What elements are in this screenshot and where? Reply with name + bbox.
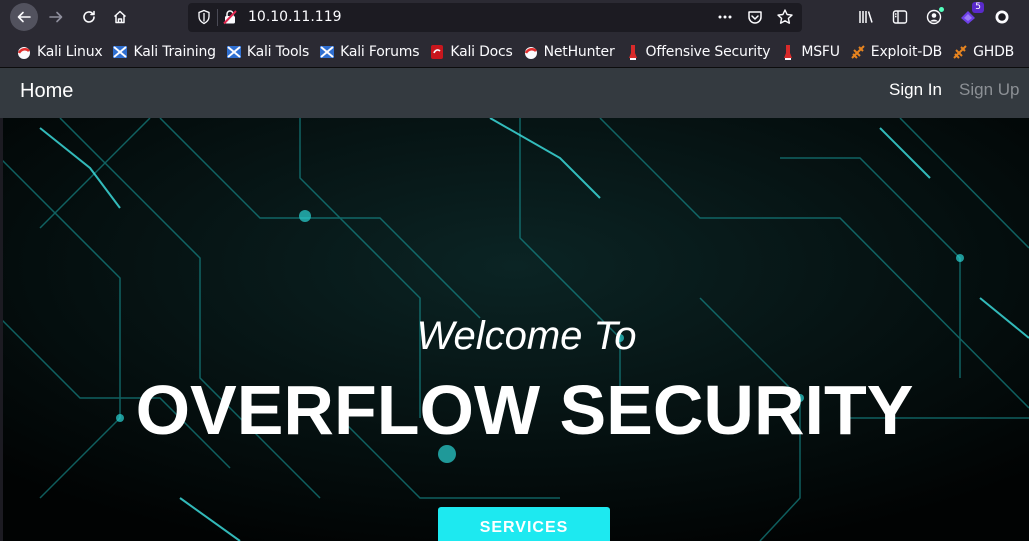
hero-title: OVERFLOW SECURITY [135,371,914,449]
forward-button[interactable] [42,3,70,31]
services-button[interactable]: SERVICES [438,507,610,541]
bookmark-kali-training[interactable]: Kali Training [112,36,225,68]
nav-sign-up-link[interactable]: Sign Up [959,80,1019,100]
toolbar-right-icons: 5 [856,2,1012,28]
bookmark-msfu[interactable]: MSFU [780,36,849,68]
bookmark-exploit-db[interactable]: Exploit-DB [850,36,952,68]
site-navbar: Home Sign In Sign Up [0,68,1029,118]
insecure-lock-icon[interactable] [222,9,238,25]
account-status-dot [939,7,944,12]
sidebar-icon [892,10,908,24]
profile-ring-icon [995,10,1009,24]
hero-subtitle: Welcome To [416,314,637,358]
shield-icon[interactable] [196,9,212,25]
offsec-icon [628,44,637,60]
kali-training-icon [113,45,128,58]
hero-section: Welcome To OVERFLOW SECURITY SERVICES [0,118,1029,541]
ghdb-icon [953,44,967,59]
window-left-edge [0,118,3,541]
pocket-icon[interactable] [746,8,764,26]
reload-button[interactable] [75,3,103,31]
kali-tools-icon [226,45,241,58]
nethunter-icon [524,46,537,59]
bookmark-nethunter[interactable]: NetHunter [523,36,625,68]
kali-dragon-icon [17,46,30,59]
extension-badge: 5 [972,2,984,13]
bookmarks-bar: Kali Linux Kali Training Kali Tools Kali… [0,36,1029,68]
extension-button[interactable]: 5 [958,2,984,28]
home-button[interactable] [106,3,134,31]
bookmark-kali-docs[interactable]: Kali Docs [429,36,522,68]
sidebar-button[interactable] [890,6,910,28]
exploit-db-icon [851,44,865,59]
star-bookmark-icon[interactable] [776,8,794,26]
account-button[interactable] [924,6,944,28]
home-icon [113,10,127,24]
url-actions [716,8,794,26]
url-divider [217,9,218,26]
profile-button[interactable] [992,6,1012,28]
reload-icon [83,10,95,23]
nav-home-link[interactable]: Home [20,80,73,103]
bookmark-ghdb[interactable]: GHDB [952,36,1024,68]
kali-forums-icon [320,45,335,58]
bookmark-kali-forums[interactable]: Kali Forums [319,36,429,68]
url-bar[interactable]: 10.10.11.119 [188,3,802,32]
browser-toolbar: 10.10.11.119 5 [0,0,1029,36]
library-button[interactable] [856,6,876,28]
library-icon [859,11,873,23]
nav-sign-in-link[interactable]: Sign In [889,80,942,100]
back-button[interactable] [10,3,38,31]
arrow-left-icon [17,11,31,23]
bookmark-kali-linux[interactable]: Kali Linux [16,36,112,68]
kali-docs-icon [431,44,444,59]
url-text[interactable]: 10.10.11.119 [248,9,342,25]
bookmark-offensive-security[interactable]: Offensive Security [625,36,781,68]
bookmark-kali-tools[interactable]: Kali Tools [226,36,319,68]
arrow-right-icon [49,11,63,23]
more-actions-icon[interactable] [716,8,734,26]
msfu-icon [784,44,793,60]
